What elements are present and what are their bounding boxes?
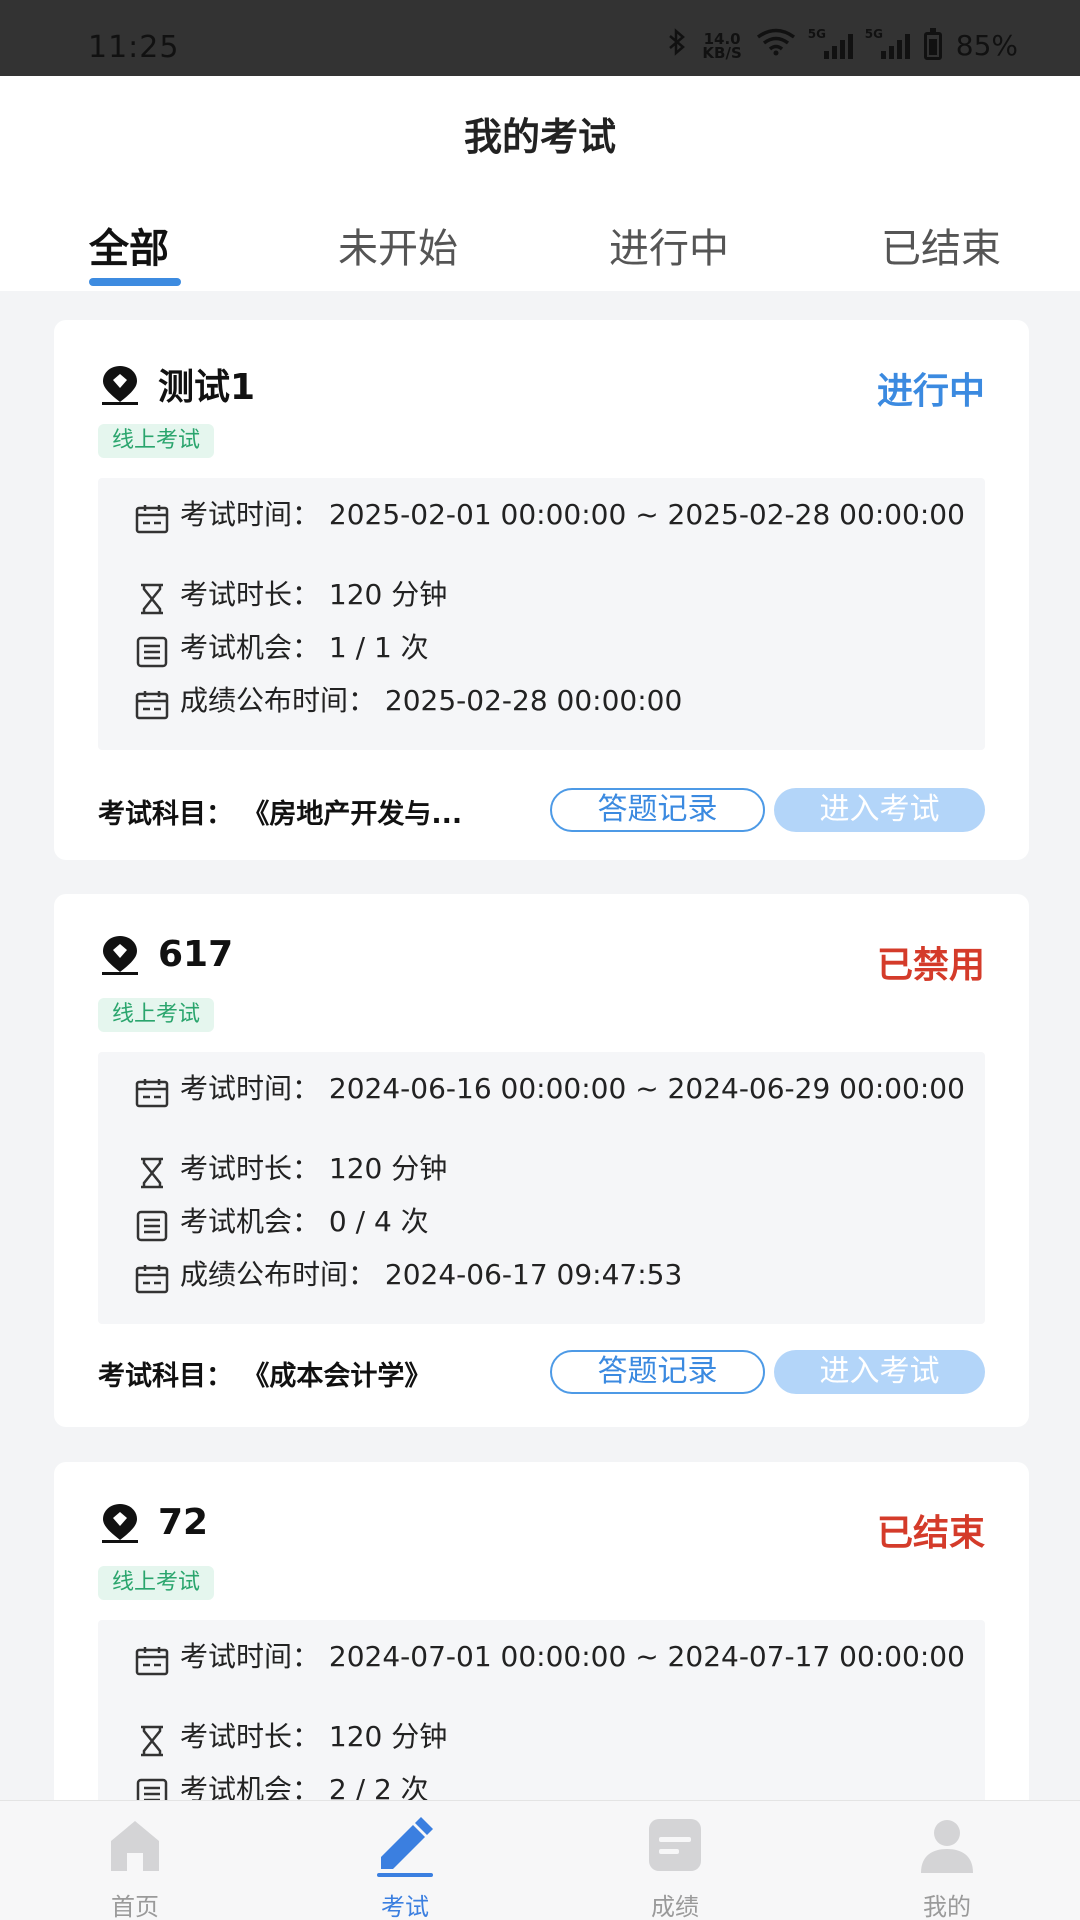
tab-all[interactable]: 全部 <box>89 216 169 274</box>
exam-subject: 考试科目： 《房地产开发与... <box>98 799 463 830</box>
exam-card-footer: 考试科目： 《成本会计学》 答题记录 进入考试 <box>98 1350 985 1394</box>
exam-chances-row: 考试机会： 1 / 1 次 <box>134 631 970 669</box>
nav-home[interactable]: 首页 <box>60 1813 210 1920</box>
exam-name: 617 <box>158 933 234 975</box>
battery-icon <box>923 27 942 60</box>
tab-not-started[interactable]: 未开始 <box>338 216 458 274</box>
nav-home-label: 首页 <box>111 1893 159 1920</box>
exam-duration-label: 考试时长： <box>180 1152 321 1185</box>
exam-duration-value: 120 分钟 <box>328 578 448 611</box>
nav-exam[interactable]: 考试 <box>330 1813 480 1920</box>
exam-publish-label: 成绩公布时间： <box>180 684 377 717</box>
net-speed-unit: KB/S <box>702 43 742 62</box>
pen-icon <box>377 1817 433 1877</box>
exam-chances-row: 考试机会： 0 / 4 次 <box>134 1205 970 1243</box>
enter-exam-button[interactable]: 进入考试 <box>774 1350 985 1394</box>
exam-time-row: 考试时间： 2024-07-01 00:00:00 ~ 2024-07-17 0… <box>134 1640 970 1678</box>
calendar-icon <box>134 1262 170 1296</box>
home-icon <box>111 1821 159 1871</box>
exam-type-tag: 线上考试 <box>98 1566 215 1600</box>
list-icon <box>134 1209 170 1243</box>
bottom-nav: 首页 考试 成绩 我的 <box>0 1800 1080 1920</box>
signal-icon-2: 5G <box>865 27 910 59</box>
exam-time-row: 考试时间： 2024-06-16 00:00:00 ~ 2024-06-29 0… <box>134 1072 970 1110</box>
exam-time-value: 2024-06-16 00:00:00 ~ 2024-06-29 00:00:0… <box>328 1072 965 1105</box>
exam-time-label: 考试时间： <box>180 1640 321 1673</box>
tab-in-progress[interactable]: 进行中 <box>609 216 729 274</box>
user-icon <box>921 1820 973 1873</box>
net-speed: 14.0 KB/S <box>702 31 742 62</box>
calendar-icon <box>134 1644 170 1678</box>
nav-mine[interactable]: 我的 <box>872 1813 1022 1920</box>
exam-card-header: 测试1 <box>98 358 255 410</box>
exam-time-value: 2025-02-01 00:00:00 ~ 2025-02-28 00:00:0… <box>328 498 965 531</box>
hourglass-icon <box>134 582 170 616</box>
exam-type-tag: 线上考试 <box>98 424 215 458</box>
exam-card-footer: 考试科目： 《房地产开发与... 答题记录 进入考试 <box>98 788 985 832</box>
exam-time-label: 考试时间： <box>180 1072 321 1105</box>
exam-subject: 考试科目： 《成本会计学》 <box>98 1361 432 1392</box>
exam-publish-label: 成绩公布时间： <box>180 1258 377 1291</box>
exam-publish-value: 2025-02-28 00:00:00 <box>384 684 683 717</box>
exam-card[interactable]: 测试1 进行中 线上考试 考试时间： 2025-02-01 00:00:00 ~… <box>54 320 1029 860</box>
exam-duration-label: 考试时长： <box>180 1720 321 1753</box>
exam-chances-label: 考试机会： <box>180 1205 321 1238</box>
exam-duration-row: 考试时长： 120 分钟 <box>134 1720 970 1758</box>
nav-score-label: 成绩 <box>651 1893 699 1920</box>
exam-status: 已结束 <box>876 1513 985 1554</box>
exam-publish-row: 成绩公布时间： 2025-02-28 00:00:00 <box>134 684 970 722</box>
nav-mine-label: 我的 <box>923 1893 971 1920</box>
hourglass-icon <box>134 1156 170 1190</box>
exam-pin-icon <box>102 936 138 975</box>
enter-exam-button[interactable]: 进入考试 <box>774 788 985 832</box>
calendar-icon <box>134 502 170 536</box>
exam-chances-value: 0 / 4 次 <box>328 1205 429 1238</box>
exam-card-header: 72 <box>98 1500 208 1544</box>
exam-pin-icon <box>102 1504 138 1543</box>
exam-time-value: 2024-07-01 00:00:00 ~ 2024-07-17 00:00:0… <box>328 1640 965 1673</box>
exam-info-box: 考试时间： 2024-06-16 00:00:00 ~ 2024-06-29 0… <box>98 1052 985 1324</box>
page-header: 我的考试 全部 未开始 进行中 已结束 <box>0 76 1080 291</box>
status-time: 11:25 <box>88 30 180 65</box>
exam-type-tag: 线上考试 <box>98 998 215 1032</box>
exam-status: 进行中 <box>876 371 985 412</box>
exam-info-box: 考试时间： 2025-02-01 00:00:00 ~ 2025-02-28 0… <box>98 478 985 750</box>
score-icon <box>649 1819 701 1871</box>
bluetooth-icon <box>666 28 688 63</box>
wifi-icon <box>756 28 796 63</box>
exam-chances-value: 1 / 1 次 <box>328 631 429 664</box>
exam-card-header: 617 <box>98 932 233 976</box>
status-icons: 14.0 KB/S 5G 5G 85% <box>666 27 1018 63</box>
exam-duration-row: 考试时长： 120 分钟 <box>134 578 970 616</box>
tab-ended[interactable]: 已结束 <box>881 216 1001 274</box>
hourglass-icon <box>134 1724 170 1758</box>
answer-record-button[interactable]: 答题记录 <box>550 788 765 832</box>
exam-name: 测试1 <box>158 367 256 408</box>
status-bar: 11:25 14.0 KB/S 5G 5G 85% <box>0 0 1080 76</box>
battery-percent: 85% <box>955 29 1018 62</box>
exam-duration-label: 考试时长： <box>180 578 321 611</box>
exam-duration-value: 120 分钟 <box>328 1720 448 1753</box>
exam-duration-value: 120 分钟 <box>328 1152 448 1185</box>
exam-publish-row: 成绩公布时间： 2024-06-17 09:47:53 <box>134 1258 970 1296</box>
exam-card[interactable]: 617 已禁用 线上考试 考试时间： 2024-06-16 00:00:00 ~… <box>54 894 1029 1427</box>
signal-icon-1: 5G <box>808 27 853 59</box>
active-tab-indicator <box>89 278 181 286</box>
exam-chances-label: 考试机会： <box>180 631 321 664</box>
exam-duration-row: 考试时长： 120 分钟 <box>134 1152 970 1190</box>
exam-time-label: 考试时间： <box>180 498 321 531</box>
exam-time-row: 考试时间： 2025-02-01 00:00:00 ~ 2025-02-28 0… <box>134 498 970 536</box>
nav-score[interactable]: 成绩 <box>600 1813 750 1920</box>
calendar-icon <box>134 1076 170 1110</box>
nav-exam-label: 考试 <box>381 1893 429 1920</box>
calendar-icon <box>134 688 170 722</box>
exam-status: 已禁用 <box>876 945 985 986</box>
exam-publish-value: 2024-06-17 09:47:53 <box>384 1258 683 1291</box>
page-title: 我的考试 <box>463 115 616 159</box>
answer-record-button[interactable]: 答题记录 <box>550 1350 765 1394</box>
list-icon <box>134 635 170 669</box>
exam-pin-icon <box>102 366 138 405</box>
exam-name: 72 <box>158 1501 209 1543</box>
